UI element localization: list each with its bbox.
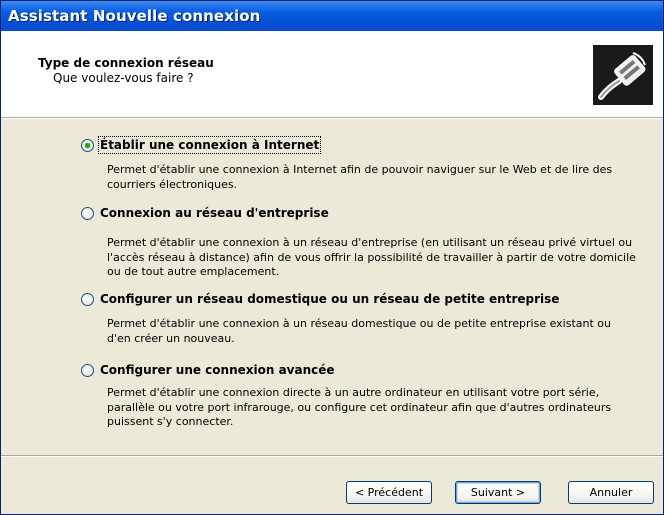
- option-home-network-description: Permet d'établir une connexion à un rése…: [107, 317, 611, 345]
- footer-separator: [1, 455, 663, 457]
- option-corporate-description: Permet d'établir une connexion à un rése…: [107, 236, 636, 278]
- next-button[interactable]: Suivant >: [455, 481, 541, 504]
- option-internet-description: Permet d'établir une connexion à Interne…: [107, 163, 613, 191]
- next-button-label: Suivant >: [470, 486, 526, 499]
- option-home-network-label[interactable]: Configurer un réseau domestique ou un ré…: [100, 292, 559, 306]
- option-advanced-label[interactable]: Configurer une connexion avancée: [100, 363, 335, 377]
- radio-internet[interactable]: [81, 139, 94, 152]
- back-button[interactable]: < Précédent: [346, 481, 432, 504]
- title-bar[interactable]: Assistant Nouvelle connexion: [1, 1, 663, 31]
- radio-corporate[interactable]: [81, 207, 94, 220]
- option-internet-label[interactable]: Établir une connexion à Internet: [97, 136, 322, 154]
- header-subtitle: Que voulez-vous faire ?: [53, 71, 194, 85]
- radio-advanced[interactable]: [81, 364, 94, 377]
- wizard-window: Assistant Nouvelle connexion Type de con…: [0, 0, 664, 515]
- cancel-button[interactable]: Annuler: [568, 481, 654, 504]
- radio-home-network[interactable]: [81, 293, 94, 306]
- header-title: Type de connexion réseau: [38, 56, 214, 70]
- header-separator: [1, 117, 663, 119]
- option-advanced-description: Permet d'établir une connexion directe à…: [107, 386, 612, 428]
- option-corporate-label[interactable]: Connexion au réseau d'entreprise: [100, 206, 329, 220]
- back-button-label: < Précédent: [354, 486, 424, 499]
- network-cable-icon: [593, 45, 653, 105]
- window-title: Assistant Nouvelle connexion: [8, 7, 261, 25]
- cancel-button-label: Annuler: [589, 486, 633, 499]
